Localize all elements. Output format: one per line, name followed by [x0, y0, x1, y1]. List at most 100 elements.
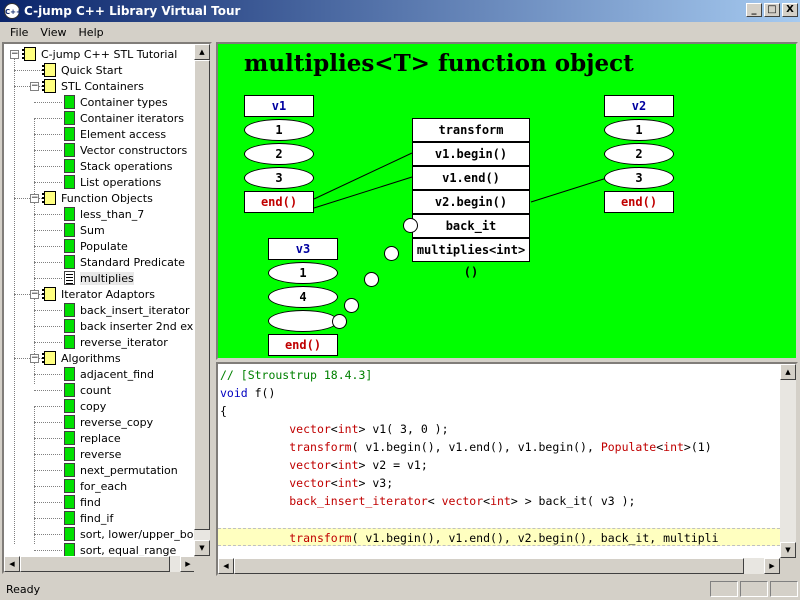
- collapse-toggle[interactable]: −: [30, 82, 39, 91]
- tree-item[interactable]: Iterator Adaptors: [42, 286, 155, 302]
- code-panel[interactable]: // [Stroustrup 18.4.3] void f() { vector<i…: [216, 362, 798, 576]
- tree-item[interactable]: find_if: [64, 510, 113, 526]
- tree-item[interactable]: Vector constructors: [64, 142, 187, 158]
- v3-item: 1: [268, 262, 338, 284]
- minimize-button[interactable]: _: [746, 3, 762, 17]
- scroll-right-button[interactable]: ▶: [764, 558, 780, 574]
- tree-item[interactable]: Quick Start: [42, 62, 122, 78]
- tree-connector: [34, 310, 62, 311]
- tree-item[interactable]: Container iterators: [64, 110, 184, 126]
- code-vertical-scrollbar[interactable]: ▲ ▼: [780, 364, 796, 558]
- tree-item[interactable]: back inserter 2nd exam: [64, 318, 196, 334]
- v1-item: 2: [244, 143, 314, 165]
- tree-connector: [34, 118, 62, 119]
- tree-item[interactable]: sort, lower/upper_bour: [64, 526, 196, 542]
- v1-item: 1: [244, 119, 314, 141]
- tree-item[interactable]: Container types: [64, 94, 168, 110]
- tree-connector: [34, 342, 62, 343]
- tree-item[interactable]: replace: [64, 430, 121, 446]
- title-bar: C++ C-jump C++ Library Virtual Tour _ □ …: [0, 0, 800, 22]
- menu-file[interactable]: File: [4, 26, 34, 39]
- tree-horizontal-scrollbar[interactable]: ◀ ▶: [4, 556, 196, 572]
- tree-item[interactable]: back_insert_iterator: [64, 302, 189, 318]
- bubble-circle: [364, 272, 379, 287]
- tree-item-label: copy: [80, 399, 107, 413]
- menu-help[interactable]: Help: [73, 26, 110, 39]
- tree-content: C-jump C++ STL Tutorial − Quick Start STL C…: [4, 44, 196, 556]
- tree-item[interactable]: Algorithms: [42, 350, 121, 366]
- collapse-toggle[interactable]: −: [30, 354, 39, 363]
- tree-item[interactable]: copy: [64, 398, 106, 414]
- scroll-up-button[interactable]: ▲: [780, 364, 796, 380]
- maximize-button[interactable]: □: [764, 3, 780, 17]
- tree-item[interactable]: next_permutation: [64, 462, 178, 478]
- page-icon: [64, 127, 75, 141]
- tree-connector: [34, 390, 62, 391]
- scroll-thumb-horizontal[interactable]: [234, 558, 744, 574]
- code-horizontal-scrollbar[interactable]: ◀ ▶: [218, 558, 780, 574]
- tree-item-label: sort, lower/upper_bour: [80, 527, 196, 541]
- bubble-circle: [403, 218, 418, 233]
- page-icon: [64, 143, 75, 157]
- tree-item[interactable]: find: [64, 494, 101, 510]
- tree-item[interactable]: multiplies: [64, 270, 134, 286]
- book-icon: [22, 47, 36, 61]
- tree-item[interactable]: C-jump C++ STL Tutorial: [22, 46, 177, 62]
- tree-item[interactable]: Stack operations: [64, 158, 173, 174]
- tree-view[interactable]: C-jump C++ STL Tutorial − Quick Start STL C…: [2, 42, 212, 574]
- scroll-up-button[interactable]: ▲: [194, 44, 210, 60]
- scroll-thumb-horizontal[interactable]: [20, 556, 170, 572]
- tree-item[interactable]: sort, equal_range: [64, 542, 176, 556]
- tree-item[interactable]: count: [64, 382, 111, 398]
- tree-item-label: find_if: [80, 511, 114, 525]
- tree-item-label: Stack operations: [80, 159, 173, 173]
- tree-item[interactable]: less_than_7: [64, 206, 144, 222]
- tree-item[interactable]: Function Objects: [42, 190, 153, 206]
- menu-view[interactable]: View: [34, 26, 72, 39]
- status-text: Ready: [6, 582, 41, 596]
- tree-item-label: Container iterators: [80, 111, 184, 125]
- status-panel: [710, 581, 738, 597]
- tree-item[interactable]: STL Containers: [42, 78, 144, 94]
- tree-connector: [34, 166, 62, 167]
- scroll-left-button[interactable]: ◀: [4, 556, 20, 572]
- tree-item[interactable]: Sum: [64, 222, 105, 238]
- tree-item[interactable]: reverse_iterator: [64, 334, 168, 350]
- tree-item[interactable]: List operations: [64, 174, 161, 190]
- scroll-thumb[interactable]: [194, 60, 210, 530]
- tree-connector: [34, 102, 62, 103]
- collapse-toggle[interactable]: −: [30, 194, 39, 203]
- tree-item[interactable]: reverse: [64, 446, 121, 462]
- tree-connector: [14, 70, 42, 71]
- tree-item[interactable]: Standard Predicate: [64, 254, 185, 270]
- tree-vertical-scrollbar[interactable]: ▲ ▼: [194, 44, 210, 556]
- tree-item[interactable]: Populate: [64, 238, 128, 254]
- scroll-down-button[interactable]: ▼: [194, 540, 210, 556]
- tree-connector: [34, 438, 62, 439]
- v3-item: [268, 310, 338, 332]
- collapse-toggle[interactable]: −: [10, 50, 19, 59]
- page-icon: [64, 543, 75, 556]
- close-button[interactable]: X: [782, 3, 798, 17]
- collapse-toggle[interactable]: −: [30, 290, 39, 299]
- book-icon: [42, 287, 56, 301]
- tree-item[interactable]: for_each: [64, 478, 127, 494]
- page-icon: [64, 239, 75, 253]
- scroll-left-button[interactable]: ◀: [218, 558, 234, 574]
- tree-item[interactable]: adjacent_find: [64, 366, 154, 382]
- tree-connector: [34, 550, 62, 551]
- tree-item[interactable]: reverse_copy: [64, 414, 153, 430]
- tree-item[interactable]: Element access: [64, 126, 166, 142]
- v3-label: v3: [268, 238, 338, 260]
- scroll-corner: [194, 556, 210, 572]
- app-icon: C++: [4, 3, 22, 19]
- tree-item-label: reverse_iterator: [80, 335, 168, 349]
- code-line: vector<int> v2 = v1;: [289, 458, 428, 472]
- scroll-down-button[interactable]: ▼: [780, 542, 796, 558]
- tree-item-label: less_than_7: [80, 207, 145, 221]
- page-icon: [64, 383, 75, 397]
- tree-connector: [34, 214, 62, 215]
- bubble-circle: [384, 246, 399, 261]
- tree-connector: [34, 150, 62, 151]
